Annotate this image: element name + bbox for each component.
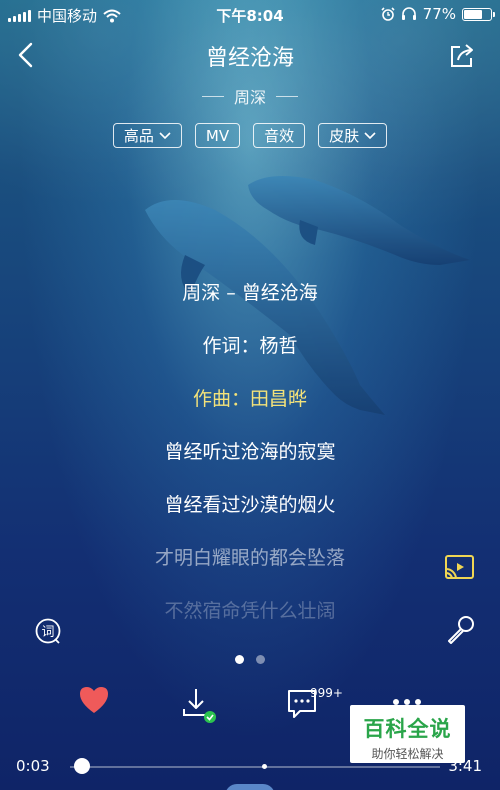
lyric-settings-label: 词 (41, 625, 54, 640)
artist-name[interactable]: 周深 (234, 84, 266, 108)
watermark-logo: 百科全说 助你轻松解决 (350, 705, 465, 763)
play-button-peek[interactable] (225, 784, 275, 790)
quality-button[interactable]: 高品 (112, 123, 182, 148)
lyric-line: 才明白耀眼的都会坠落 (154, 547, 345, 569)
lyric-line: 作词：杨哲 (202, 335, 298, 357)
skin-label: 皮肤 (329, 127, 360, 145)
headphones-icon (401, 7, 416, 20)
tag-row: 高品 MV 音效 皮肤 (0, 123, 500, 148)
alarm-icon (381, 7, 395, 21)
skin-button[interactable]: 皮肤 (318, 123, 388, 148)
battery-percent: 77% (422, 5, 456, 23)
lyrics-panel[interactable]: 周深 – 曾经沧海 作词：杨哲 作曲：田昌晔 曾经听过沧海的寂寞 曾经看过沙漠的… (0, 278, 500, 649)
page-indicator (0, 655, 500, 664)
mv-label: MV (205, 126, 230, 145)
lyric-settings-icon[interactable]: 词 (34, 617, 62, 645)
lyric-line-current: 作曲：田昌晔 (192, 388, 307, 410)
battery-fill (464, 9, 482, 19)
comment-count-badge: 999+ (310, 686, 343, 700)
heart-icon[interactable] (78, 685, 110, 715)
lyric-line: 曾经听过沧海的寂寞 (164, 441, 336, 463)
song-title: 曾经沧海 (205, 46, 294, 71)
lyric-line: 曾经看过沙漠的烟火 (164, 494, 336, 516)
mv-button[interactable]: MV (194, 123, 241, 148)
quality-label: 高品 (123, 127, 154, 145)
chevron-down-icon (364, 131, 376, 139)
buffer-marker (262, 764, 267, 769)
chevron-down-icon (159, 131, 171, 139)
watermark-title: 百科全说 (363, 717, 452, 741)
player-screen: 中国移动 下午8:04 77% 曾经沧海 周深 高品 MV 音效 皮肤 周深 –… (0, 0, 500, 790)
watermark-subtitle: 助你轻松解决 (371, 747, 444, 761)
page-dot-active (235, 655, 244, 664)
current-time: 0:03 (16, 757, 50, 775)
progress-track[interactable] (70, 766, 440, 768)
lyric-line: 不然宿命凭什么壮阔 (164, 600, 336, 622)
share-icon[interactable] (448, 42, 476, 70)
divider (276, 95, 298, 97)
karaoke-mic-icon[interactable] (444, 614, 476, 646)
download-icon[interactable] (182, 687, 218, 723)
battery-icon (462, 7, 495, 21)
artist-row[interactable]: 周深 (0, 84, 500, 108)
cast-icon[interactable] (444, 553, 476, 583)
progress-knob[interactable] (74, 758, 90, 774)
sound-effect-label: 音效 (264, 127, 295, 145)
lyric-line: 周深 – 曾经沧海 (182, 282, 318, 304)
page-dot (256, 655, 265, 664)
sound-effect-button[interactable]: 音效 (253, 123, 306, 148)
status-bar: 中国移动 下午8:04 77% (0, 0, 500, 28)
divider (201, 95, 224, 97)
